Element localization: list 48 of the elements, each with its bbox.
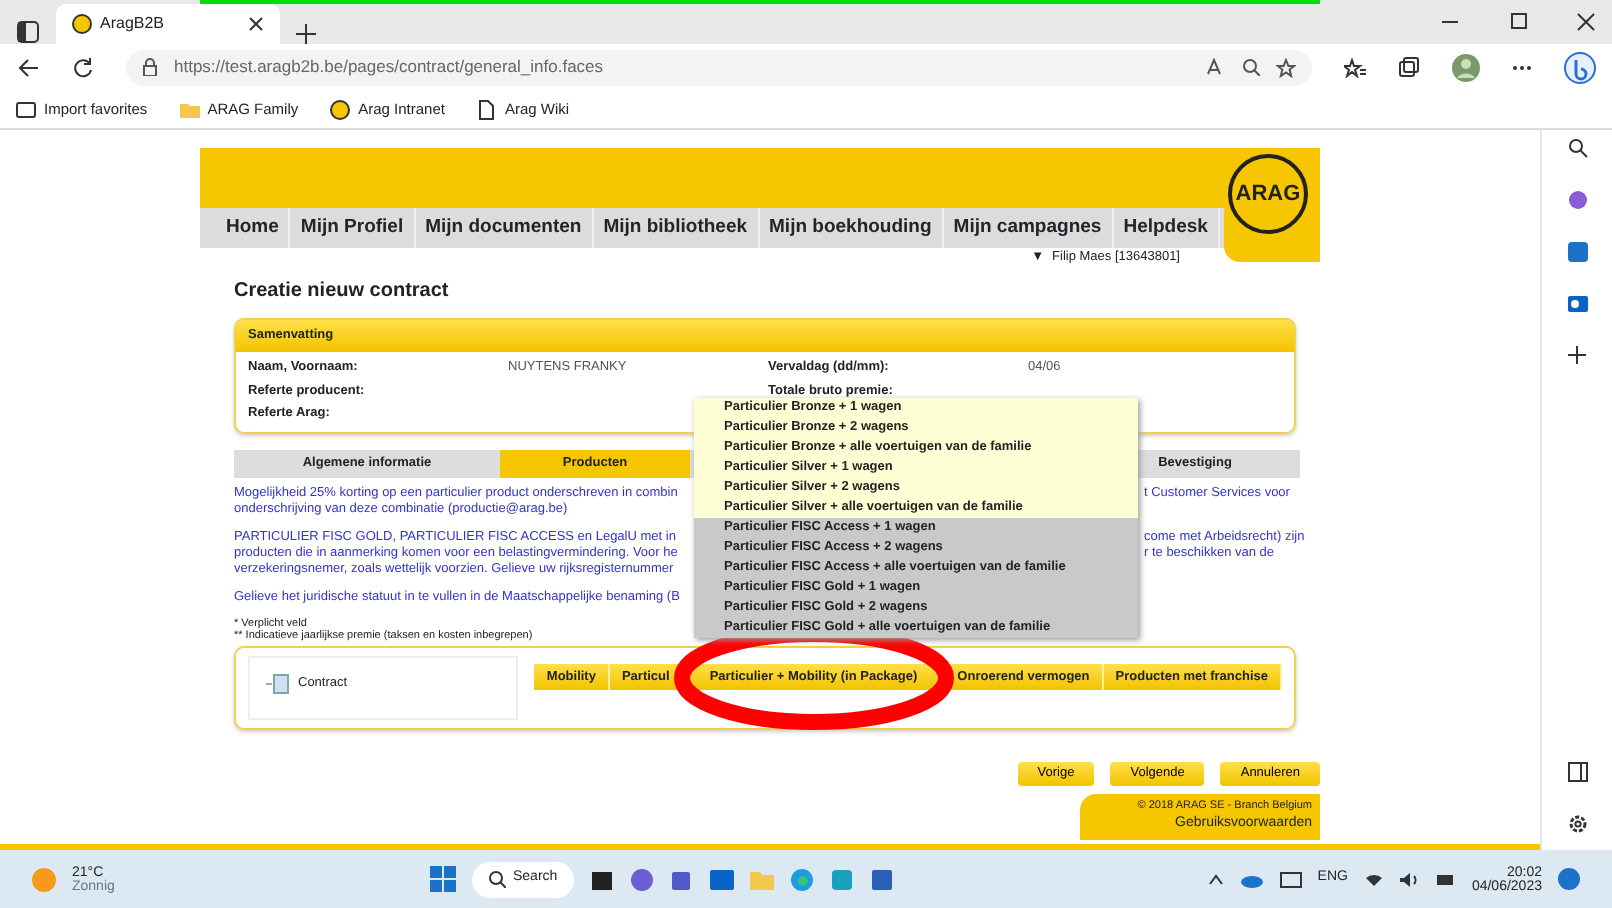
nav-link[interactable]: Mijn boekhouding bbox=[759, 208, 944, 248]
nav-link[interactable]: Mijn Profiel bbox=[290, 208, 416, 248]
nav-link[interactable]: Mijn campagnes bbox=[943, 208, 1114, 248]
close-icon[interactable] bbox=[248, 16, 264, 32]
new-tab-icon[interactable] bbox=[296, 24, 316, 44]
site-icon bbox=[72, 14, 92, 34]
settings-icon[interactable] bbox=[1567, 814, 1587, 834]
back-icon[interactable] bbox=[16, 57, 40, 77]
chevron-up-icon[interactable] bbox=[1207, 873, 1224, 885]
wifi-icon[interactable] bbox=[1363, 871, 1384, 887]
volume-icon[interactable] bbox=[1399, 871, 1420, 887]
cloud-icon[interactable] bbox=[1239, 871, 1264, 887]
nav-link[interactable]: Mijn documenten bbox=[415, 208, 594, 248]
profile-avatar-icon[interactable] bbox=[1452, 53, 1480, 81]
keyboard-icon[interactable] bbox=[1279, 871, 1302, 887]
nav-link[interactable]: Mijn bibliotheek bbox=[593, 208, 760, 248]
tab-actions-icon[interactable] bbox=[16, 20, 40, 44]
collections-icon[interactable] bbox=[1398, 56, 1420, 78]
page-title: Creatie nieuw contract bbox=[234, 278, 451, 306]
folder-icon bbox=[179, 99, 200, 119]
app-icon[interactable] bbox=[1567, 242, 1587, 262]
nav-link[interactable]: Home bbox=[216, 208, 291, 248]
nav-link[interactable]: Helpdesk bbox=[1113, 208, 1220, 248]
refresh-icon[interactable] bbox=[72, 56, 94, 78]
address-bar[interactable]: https://test.aragb2b.be/pages/contract/general_info.faces bbox=[126, 49, 1312, 85]
copilot-icon[interactable] bbox=[1564, 51, 1596, 83]
notification-icon[interactable] bbox=[1558, 868, 1580, 890]
import-icon bbox=[16, 99, 36, 119]
start-icon[interactable] bbox=[429, 866, 455, 892]
maximize-icon[interactable] bbox=[1508, 12, 1528, 32]
favorites-icon[interactable] bbox=[1344, 57, 1366, 77]
sun-icon bbox=[32, 867, 56, 891]
more-icon[interactable] bbox=[1512, 63, 1532, 71]
page-icon bbox=[476, 99, 497, 119]
lock-icon bbox=[142, 58, 158, 76]
sidebar-toggle-icon[interactable] bbox=[1567, 762, 1587, 782]
browser-tab[interactable]: AragB2B bbox=[56, 4, 280, 44]
close-icon[interactable] bbox=[1576, 12, 1596, 32]
battery-icon[interactable] bbox=[1435, 871, 1456, 887]
add-icon[interactable] bbox=[1568, 346, 1586, 364]
document-icon bbox=[266, 674, 290, 694]
read-aloud-icon[interactable] bbox=[1206, 58, 1226, 76]
task-view-icon[interactable] bbox=[589, 867, 614, 891]
zoom-icon[interactable] bbox=[1242, 58, 1260, 76]
site-icon bbox=[330, 99, 351, 119]
favorite-star-icon[interactable] bbox=[1276, 57, 1296, 77]
search-icon[interactable] bbox=[1567, 138, 1587, 158]
search-icon bbox=[487, 870, 505, 888]
